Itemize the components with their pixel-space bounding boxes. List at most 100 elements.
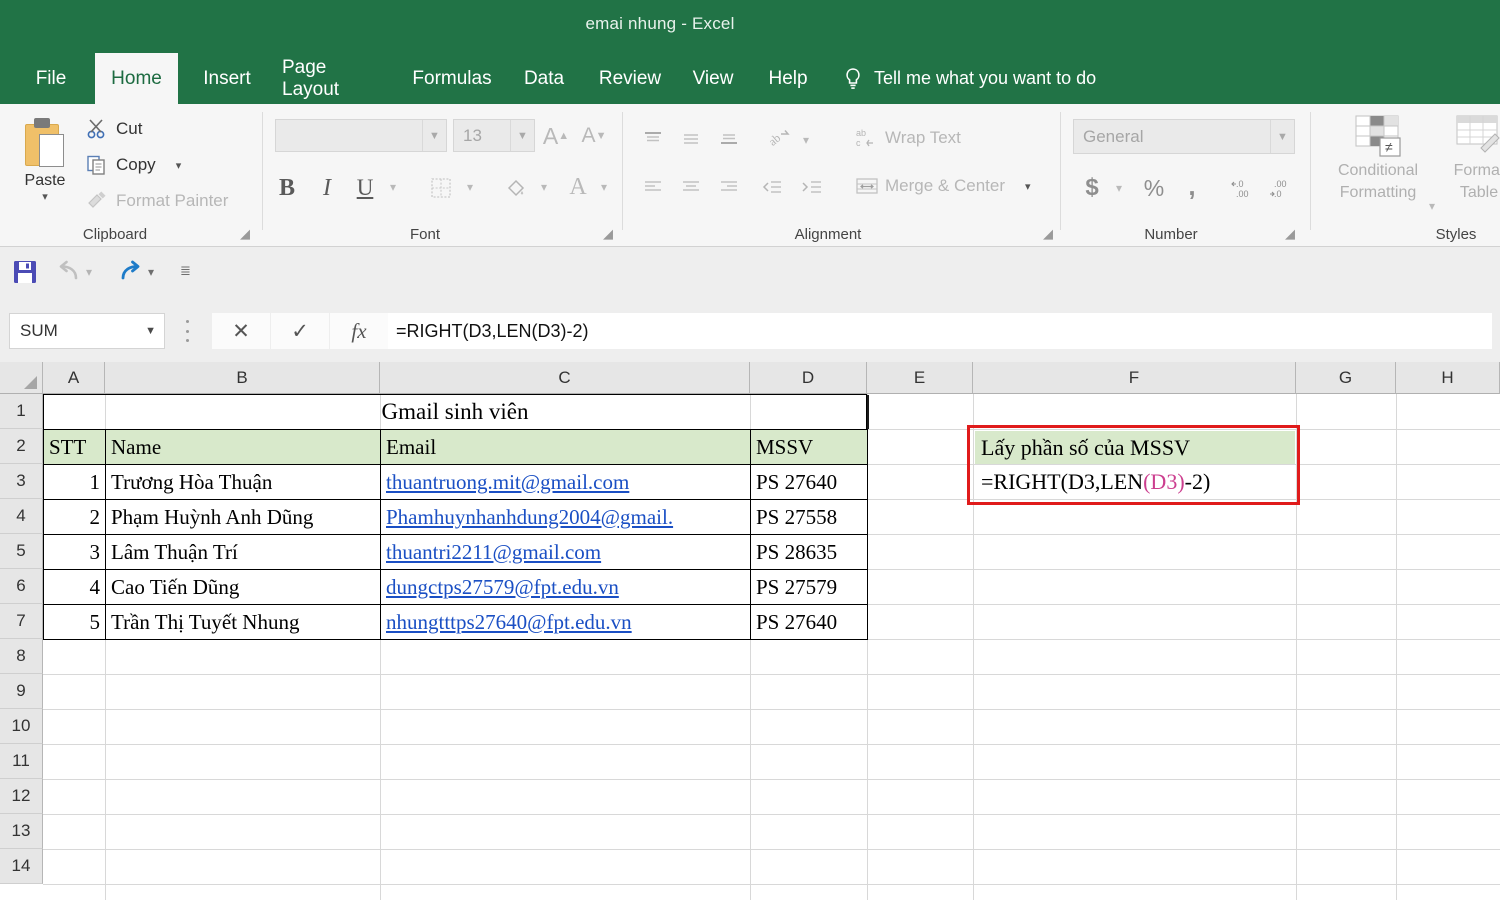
name-box[interactable]: SUM ▼ bbox=[9, 313, 165, 349]
font-name-box[interactable]: ▼ bbox=[275, 119, 447, 152]
paste-button[interactable]: Paste ▾ bbox=[10, 114, 80, 222]
wrap-text-button[interactable]: ab c Wrap Text bbox=[855, 127, 961, 149]
orientation-button[interactable]: ab bbox=[764, 124, 796, 154]
cell-b3[interactable]: Trương Hòa Thuận bbox=[105, 464, 381, 500]
number-dialog-launcher-icon[interactable]: ◢ bbox=[1285, 227, 1299, 241]
font-color-chevron-down-icon[interactable]: ▾ bbox=[595, 177, 613, 197]
font-size-box[interactable]: 13 ▼ bbox=[453, 119, 535, 152]
font-color-button[interactable]: A bbox=[562, 170, 594, 204]
align-center-button[interactable] bbox=[676, 174, 706, 200]
align-bottom-button[interactable] bbox=[714, 126, 744, 152]
row-header-12[interactable]: 12 bbox=[0, 779, 43, 814]
copy-button[interactable]: Copy ▾ bbox=[86, 154, 181, 176]
tab-formulas[interactable]: Formulas bbox=[400, 53, 504, 104]
cell-d5[interactable]: PS 28635 bbox=[750, 534, 868, 570]
row-header-7[interactable]: 7 bbox=[0, 604, 43, 639]
cell-c7-email-link[interactable]: nhungtttps27640@fpt.edu.vn bbox=[380, 604, 751, 640]
font-dialog-launcher-icon[interactable]: ◢ bbox=[603, 227, 617, 241]
row-header-9[interactable]: 9 bbox=[0, 674, 43, 709]
cell-c4-email-link[interactable]: Phamhuynhanhdung2004@gmail. bbox=[380, 499, 751, 535]
column-header-b[interactable]: B bbox=[105, 362, 380, 394]
tab-view[interactable]: View bbox=[681, 53, 745, 104]
tab-file[interactable]: File bbox=[20, 53, 82, 104]
cell-d7[interactable]: PS 27640 bbox=[750, 604, 868, 640]
row-header-4[interactable]: 4 bbox=[0, 499, 43, 534]
merge-center-button[interactable]: Merge & Center ▾ bbox=[855, 175, 1031, 197]
align-top-button[interactable] bbox=[638, 126, 668, 152]
align-left-button[interactable] bbox=[638, 174, 668, 200]
cut-button[interactable]: Cut bbox=[86, 118, 142, 140]
cell-c3-email-link[interactable]: thuantruong.mit@gmail.com bbox=[380, 464, 751, 500]
font-name-chevron-down-icon[interactable]: ▼ bbox=[422, 120, 446, 151]
fill-color-button[interactable] bbox=[500, 172, 532, 204]
row-header-8[interactable]: 8 bbox=[0, 639, 43, 674]
number-format-box[interactable]: General ▼ bbox=[1073, 119, 1295, 154]
cell-a7[interactable]: 5 bbox=[43, 604, 106, 640]
borders-chevron-down-icon[interactable]: ▾ bbox=[461, 177, 479, 197]
paste-chevron-down-icon[interactable]: ▾ bbox=[42, 192, 48, 202]
tab-help[interactable]: Help bbox=[756, 53, 820, 104]
increase-indent-button[interactable] bbox=[796, 174, 828, 200]
row-header-1[interactable]: 1 bbox=[0, 394, 43, 429]
conditional-formatting-button[interactable]: ≠ Conditional Formatting bbox=[1330, 114, 1426, 204]
align-middle-button[interactable] bbox=[676, 126, 706, 152]
undo-chevron-down-icon[interactable]: ▾ bbox=[86, 265, 92, 279]
cell-b4[interactable]: Phạm Huỳnh Anh Dũng bbox=[105, 499, 381, 535]
column-header-d[interactable]: D bbox=[750, 362, 867, 394]
decrease-indent-button[interactable] bbox=[756, 174, 788, 200]
clipboard-dialog-launcher-icon[interactable]: ◢ bbox=[240, 227, 254, 241]
row-header-5[interactable]: 5 bbox=[0, 534, 43, 569]
select-all-corner[interactable] bbox=[0, 362, 43, 394]
row-header-2[interactable]: 2 bbox=[0, 429, 43, 464]
merge-center-chevron-down-icon[interactable]: ▾ bbox=[1025, 182, 1031, 192]
format-as-table-button[interactable]: Format Table bbox=[1440, 114, 1500, 204]
tab-data[interactable]: Data bbox=[512, 53, 576, 104]
copy-chevron-down-icon[interactable]: ▾ bbox=[176, 161, 182, 171]
column-header-e[interactable]: E bbox=[867, 362, 973, 394]
redo-chevron-down-icon[interactable]: ▾ bbox=[148, 265, 154, 279]
fill-color-chevron-down-icon[interactable]: ▾ bbox=[535, 177, 553, 197]
cell-d4[interactable]: PS 27558 bbox=[750, 499, 868, 535]
cell-b6[interactable]: Cao Tiến Dũng bbox=[105, 569, 381, 605]
underline-button[interactable]: U bbox=[350, 172, 380, 204]
enter-formula-button[interactable]: ✓ bbox=[271, 313, 329, 349]
align-right-button[interactable] bbox=[714, 174, 744, 200]
cell-b5[interactable]: Lâm Thuận Trí bbox=[105, 534, 381, 570]
save-button[interactable] bbox=[12, 259, 38, 290]
tell-me-box[interactable]: Tell me what you want to do bbox=[843, 53, 1096, 104]
cell-a1-title[interactable]: Gmail sinh viên bbox=[43, 394, 867, 430]
cell-d6[interactable]: PS 27579 bbox=[750, 569, 868, 605]
tab-insert[interactable]: Insert bbox=[190, 53, 264, 104]
column-header-c[interactable]: C bbox=[380, 362, 750, 394]
column-header-f[interactable]: F bbox=[973, 362, 1296, 394]
customize-quick-access-toolbar-icon[interactable]: ≣ bbox=[180, 263, 191, 279]
insert-function-button[interactable]: fx bbox=[330, 313, 388, 349]
tab-home[interactable]: Home bbox=[95, 53, 178, 104]
column-header-h[interactable]: H bbox=[1396, 362, 1500, 394]
tab-page-layout[interactable]: Page Layout bbox=[268, 53, 398, 104]
row-header-13[interactable]: 13 bbox=[0, 814, 43, 849]
cell-a6[interactable]: 4 bbox=[43, 569, 106, 605]
column-header-g[interactable]: G bbox=[1296, 362, 1396, 394]
cell-b7[interactable]: Trần Thị Tuyết Nhung bbox=[105, 604, 381, 640]
cell-a4[interactable]: 2 bbox=[43, 499, 106, 535]
cell-c2-header-email[interactable]: Email bbox=[380, 429, 751, 465]
decrease-font-size-button[interactable]: A▼ bbox=[578, 121, 610, 151]
row-header-6[interactable]: 6 bbox=[0, 569, 43, 604]
currency-chevron-down-icon[interactable]: ▾ bbox=[1110, 178, 1128, 198]
font-size-chevron-down-icon[interactable]: ▼ bbox=[510, 120, 534, 151]
number-format-chevron-down-icon[interactable]: ▼ bbox=[1270, 120, 1294, 153]
row-header-10[interactable]: 10 bbox=[0, 709, 43, 744]
row-header-3[interactable]: 3 bbox=[0, 464, 43, 499]
cell-a3[interactable]: 1 bbox=[43, 464, 106, 500]
conditional-formatting-chevron-down-icon[interactable]: ▾ bbox=[1424, 196, 1440, 216]
cancel-formula-button[interactable]: ✕ bbox=[212, 313, 270, 349]
currency-button[interactable]: $ bbox=[1078, 172, 1106, 204]
cell-d3[interactable]: PS 27640 bbox=[750, 464, 868, 500]
cell-c5-email-link[interactable]: thuantri2211@gmail.com bbox=[380, 534, 751, 570]
cell-c6-email-link[interactable]: dungctps27579@fpt.edu.vn bbox=[380, 569, 751, 605]
cell-a2-header-stt[interactable]: STT bbox=[43, 429, 106, 465]
increase-decimal-button[interactable]: .0 .00 bbox=[1228, 172, 1262, 204]
row-header-14[interactable]: 14 bbox=[0, 849, 43, 884]
undo-button[interactable] bbox=[56, 259, 82, 290]
